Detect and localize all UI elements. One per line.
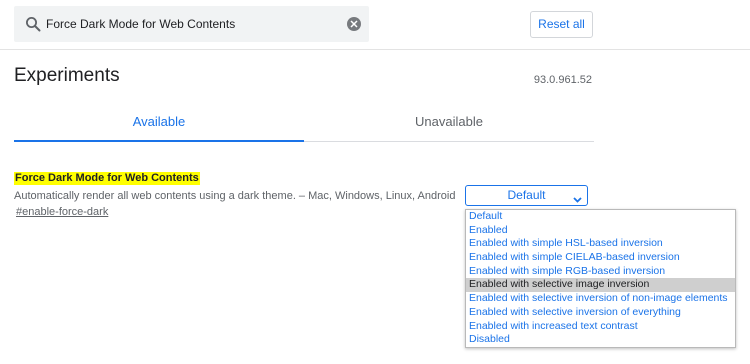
tab-bar: Available Unavailable <box>14 108 594 142</box>
clear-icon[interactable] <box>347 17 361 31</box>
experiment-link[interactable]: #enable-force-dark <box>16 206 108 219</box>
version-label: 93.0.961.52 <box>533 74 592 86</box>
reset-all-button[interactable]: Reset all <box>530 11 593 38</box>
active-tab-indicator <box>14 140 304 142</box>
tab-available[interactable]: Available <box>14 108 304 142</box>
experiment-description: Automatically render all web contents us… <box>14 190 456 202</box>
option-hsl-inversion[interactable]: Enabled with simple HSL-based inversion <box>466 237 735 251</box>
option-selective-non-image-inversion[interactable]: Enabled with selective inversion of non-… <box>466 292 735 306</box>
option-enabled[interactable]: Enabled <box>466 224 735 238</box>
page-title: Experiments <box>14 65 120 86</box>
chevron-down-icon <box>573 191 582 203</box>
option-disabled[interactable]: Disabled <box>466 333 735 347</box>
search-input[interactable] <box>46 14 336 34</box>
select-dropdown-list: Default Enabled Enabled with simple HSL-… <box>465 209 736 348</box>
select-value: Default <box>507 188 546 202</box>
option-selective-image-inversion[interactable]: Enabled with selective image inversion <box>466 278 735 293</box>
experiment-select[interactable]: Default <box>465 185 588 206</box>
tab-unavailable[interactable]: Unavailable <box>304 108 594 142</box>
option-selective-everything-inversion[interactable]: Enabled with selective inversion of ever… <box>466 306 735 320</box>
option-default[interactable]: Default <box>466 210 735 224</box>
search-box[interactable] <box>14 6 369 42</box>
option-cielab-inversion[interactable]: Enabled with simple CIELAB-based inversi… <box>466 251 735 265</box>
option-increased-text-contrast[interactable]: Enabled with increased text contrast <box>466 320 735 334</box>
top-bar: Reset all <box>0 0 750 50</box>
search-icon <box>25 16 41 32</box>
option-rgb-inversion[interactable]: Enabled with simple RGB-based inversion <box>466 265 735 279</box>
experiment-title: Force Dark Mode for Web Contents <box>14 172 200 185</box>
